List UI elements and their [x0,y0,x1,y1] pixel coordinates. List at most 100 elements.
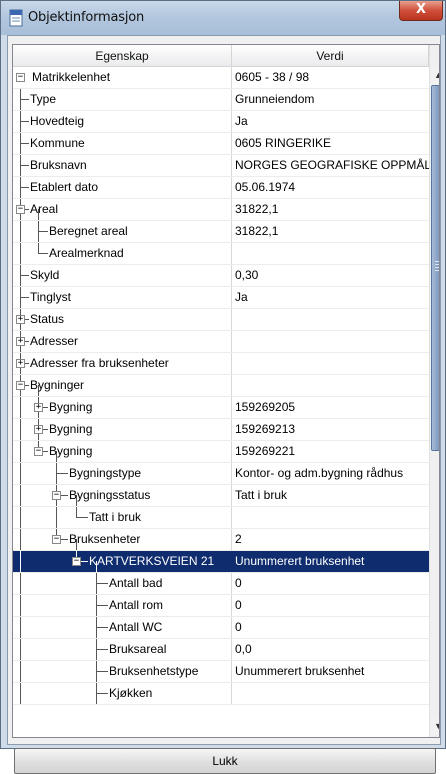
property-label: Bygningstype [69,466,142,480]
tree-line [96,627,108,628]
scroll-up-arrow-icon[interactable]: ▲ [431,67,439,84]
column-header-property[interactable]: Egenskap [13,45,232,67]
tree-line [20,463,21,484]
property-label: Adresser [30,334,79,348]
table-row[interactable]: − Bygninger [13,375,429,397]
title-bar[interactable]: Objektinformasjon X [1,1,445,35]
collapse-icon[interactable]: − [16,73,25,82]
property-label: Status [30,312,65,326]
tree-line [20,221,21,242]
tree-line [56,473,68,474]
collapse-icon[interactable]: − [52,491,61,500]
table-row[interactable]: + Bygning 159269213 [13,419,429,441]
property-label: Adresser fra bruksenheter [30,356,169,370]
table-row[interactable]: Kjøkken [13,683,429,705]
property-value: 159269221 [235,444,296,458]
collapse-icon[interactable]: − [52,535,61,544]
client-area: Egenskap Verdi − Matrikkelenhet 0605 - 3… [7,35,441,774]
table-row[interactable]: Beregnet areal 31822,1 [13,221,429,243]
expand-icon[interactable]: + [34,403,43,412]
table-row[interactable]: − Bygning 159269221 [13,441,429,463]
property-label: Bygninger [30,378,85,392]
tree-line [20,661,21,682]
property-value: 0 [235,620,242,634]
property-value: Ja [235,114,248,128]
property-label: Bygning [49,422,93,436]
table-row[interactable]: Type Grunneiendom [13,89,429,111]
property-value: 159269213 [235,422,296,436]
close-window-button[interactable]: X [399,1,443,21]
property-value: 0 [235,598,242,612]
tree-line [20,573,21,594]
grip-icon [435,261,439,273]
tree-line [20,617,21,638]
table-row[interactable]: Antall WC 0 [13,617,429,639]
collapse-icon[interactable]: − [34,447,43,456]
expand-icon[interactable]: + [34,425,43,434]
table-row[interactable]: Bruksareal 0,0 [13,639,429,661]
property-label: Bygning [49,400,93,414]
property-value [232,309,432,330]
tree-line [20,595,21,616]
tree-line [20,419,21,440]
tree-line [20,121,29,122]
table-row[interactable]: Kommune 0605 RINGERIKE [13,133,429,155]
tree-line [20,143,29,144]
table-row[interactable]: + Status [13,309,429,331]
table-row[interactable]: Bygningstype Kontor- og adm.bygning rådh… [13,463,429,485]
table-row[interactable]: Etablert dato 05.06.1974 [13,177,429,199]
expand-icon[interactable]: + [16,315,25,324]
tree-line [20,243,21,264]
vertical-scrollbar[interactable]: ▲ ▼ [429,45,439,737]
property-value [232,243,432,264]
property-label: Matrikkelenhet [32,70,111,84]
table-row[interactable]: Bruksenhetstype Unummerert bruksenhet [13,661,429,683]
close-button[interactable]: Lukk [14,748,436,774]
tree-line [38,231,48,232]
table-row-selected[interactable]: − KARTVERKSVEIEN 21 Unummerert bruksenhe… [13,551,429,573]
property-value: 0,0 [235,642,252,656]
table-row[interactable]: Bruksnavn NORGES GEOGRAFISKE OPPMÅLING [13,155,432,177]
table-row[interactable]: + Adresser fra bruksenheter [13,353,429,375]
collapse-icon[interactable]: − [16,205,25,214]
tree-line [20,551,21,572]
expand-icon[interactable]: + [16,337,25,346]
collapse-icon[interactable]: − [16,381,25,390]
property-value: Grunneiendom [235,92,315,106]
property-value: 05.06.1974 [235,180,296,194]
collapse-icon[interactable]: − [72,557,81,566]
table-row[interactable]: Antall bad 0 [13,573,429,595]
column-header-value[interactable]: Verdi [232,45,429,67]
table-row[interactable]: Hovedteig Ja [13,111,429,133]
property-value [232,353,432,374]
table-row[interactable]: + Bygning 159269205 [13,397,429,419]
table-row[interactable]: Skyld 0,30 [13,265,429,287]
property-label: Areal [30,202,59,216]
property-label: Skyld [30,268,60,282]
tree-line [20,297,29,298]
scrollbar-thumb[interactable] [431,85,439,451]
property-value: Unummerert bruksenhet [235,664,365,678]
table-row[interactable]: Tinglyst Ja [13,287,429,309]
table-row[interactable]: − Bruksenheter 2 [13,529,429,551]
table-row[interactable]: Arealmerknad [13,243,429,265]
table-row[interactable]: − Matrikkelenhet 0605 - 38 / 98 [13,67,429,89]
tree-line [20,485,21,506]
property-label: Arealmerknad [49,246,124,260]
expand-icon[interactable]: + [16,359,25,368]
scroll-down-arrow-icon[interactable]: ▼ [431,718,439,735]
table-row[interactable]: Antall rom 0 [13,595,429,617]
property-value: NORGES GEOGRAFISKE OPPMÅLING [235,158,432,172]
table-row[interactable]: + Adresser [13,331,429,353]
property-label: Antall WC [109,620,163,634]
property-label: Antall rom [109,598,164,612]
property-label: Kjøkken [109,686,153,700]
table-row[interactable]: − Bygningsstatus Tatt i bruk [13,485,429,507]
tree-line [96,605,108,606]
table-row[interactable]: − Areal 31822,1 [13,199,429,221]
property-value: Kontor- og adm.bygning rådhus [235,466,404,480]
property-value [232,683,432,704]
tree-line [20,639,21,660]
table-row[interactable]: Tatt i bruk [13,507,429,529]
property-label: Antall bad [109,576,163,590]
